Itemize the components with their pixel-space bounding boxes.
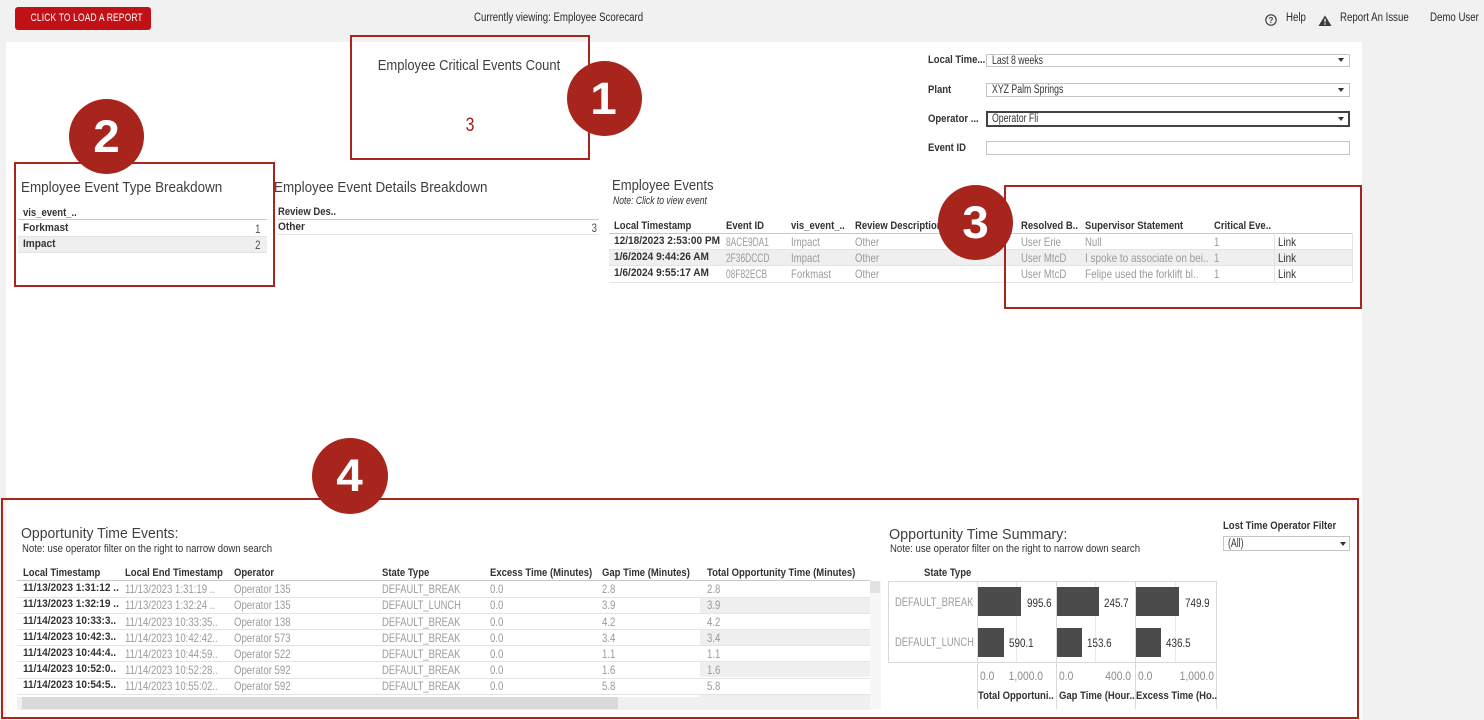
svg-text:?: ?	[1268, 15, 1273, 24]
